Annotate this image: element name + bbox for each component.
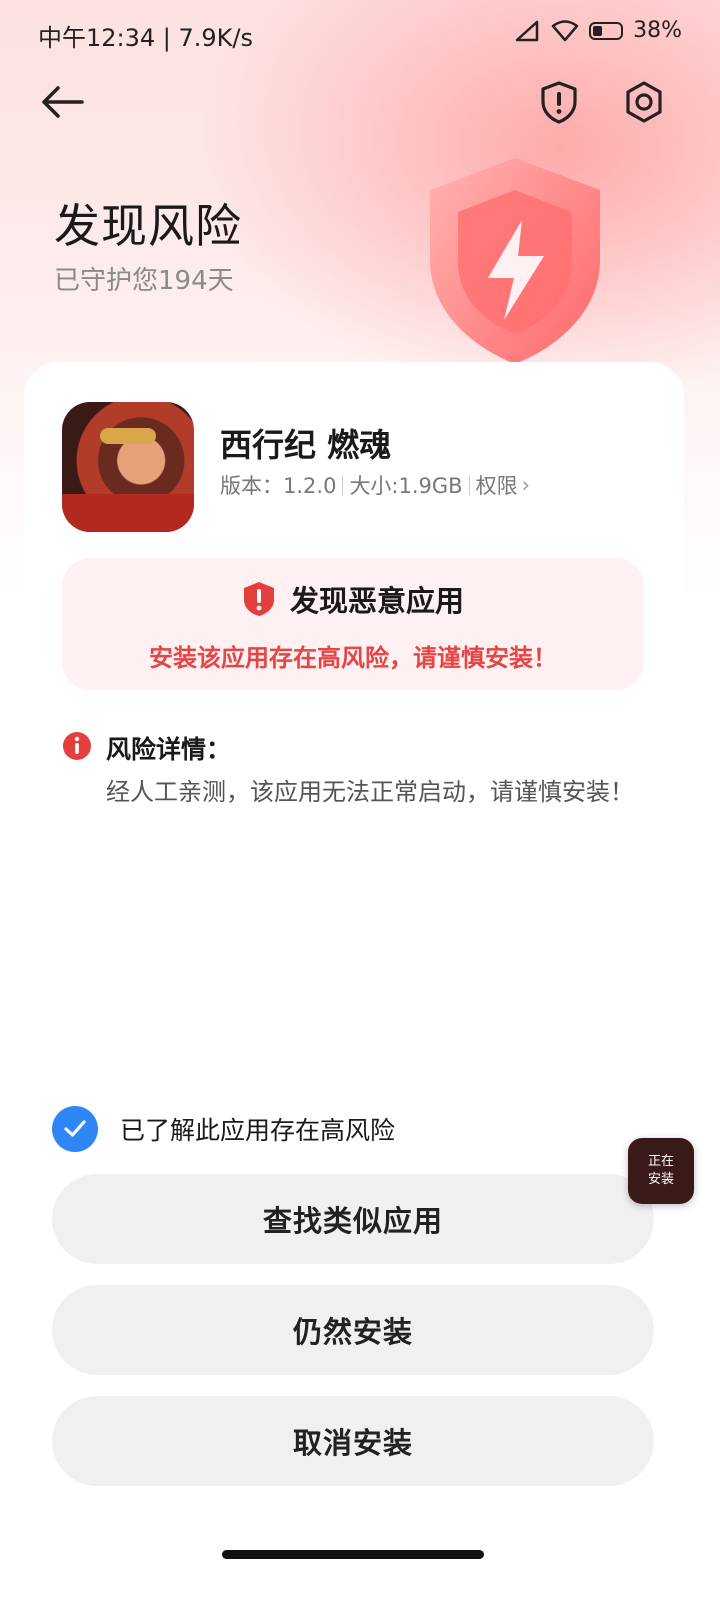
checkbox-checked[interactable]	[52, 1106, 98, 1152]
checkmark-icon	[64, 1120, 86, 1137]
app-size: 大小:1.9GB	[349, 474, 463, 498]
status-icons: 38%	[515, 18, 682, 43]
badge-line1: 正在	[647, 1154, 674, 1169]
installing-floating-badge[interactable]: 正在 安装	[628, 1138, 694, 1204]
meta-divider	[468, 475, 470, 495]
protection-days: 已守护您194天	[54, 266, 234, 296]
security-shield-button[interactable]	[535, 78, 583, 126]
app-icon-art	[62, 494, 194, 532]
alert-header: 发现恶意应用	[62, 578, 644, 620]
risk-details-label: 风险详情：	[106, 735, 232, 764]
info-warning-icon	[63, 732, 91, 760]
app-icon	[62, 402, 194, 532]
battery-percent: 38%	[633, 18, 682, 43]
app-icon-crown	[100, 428, 156, 444]
hero-shield-icon	[430, 158, 600, 364]
red-shield-icon	[243, 582, 274, 616]
status-time: 中午12:34 | 7.9K/s	[38, 24, 254, 52]
wifi-icon	[551, 19, 579, 41]
chevron-right-icon: ›	[521, 473, 530, 497]
app-meta: 版本：1.2.0 大小:1.9GB 权限 ›	[220, 470, 530, 500]
alert-description: 安装该应用存在高风险，请谨慎安装！	[149, 644, 557, 672]
status-bar: 中午12:34 | 7.9K/s 38%	[0, 0, 720, 70]
battery-icon	[589, 21, 624, 40]
gear-icon	[626, 81, 662, 123]
page-title: 发现风险	[54, 199, 242, 253]
back-button[interactable]	[38, 78, 86, 126]
meta-divider	[342, 475, 344, 495]
home-indicator[interactable]	[222, 1550, 484, 1559]
acknowledge-label: 已了解此应用存在高风险	[120, 1116, 396, 1145]
settings-button[interactable]	[620, 78, 668, 126]
find-similar-apps-button[interactable]: 查找类似应用	[52, 1174, 654, 1264]
acknowledge-checkbox-row[interactable]: 已了解此应用存在高风险	[52, 1106, 395, 1152]
badge-line2: 安装	[647, 1172, 674, 1187]
malicious-alert-box: 发现恶意应用 安装该应用存在高风险，请谨慎安装！	[62, 558, 644, 690]
signal-icon	[515, 20, 539, 41]
back-arrow-icon	[42, 86, 84, 118]
app-name: 西行纪 燃魂	[220, 426, 392, 464]
permissions-link[interactable]: 权限	[476, 470, 518, 500]
app-version: 版本：1.2.0	[220, 474, 337, 498]
install-anyway-button[interactable]: 仍然安装	[52, 1285, 654, 1375]
alert-title: 发现恶意应用	[289, 584, 464, 618]
risk-details-text: 经人工亲测，该应用无法正常启动，请谨慎安装！	[106, 778, 634, 806]
shield-alert-icon	[541, 81, 577, 124]
cancel-install-button[interactable]: 取消安装	[52, 1396, 654, 1486]
